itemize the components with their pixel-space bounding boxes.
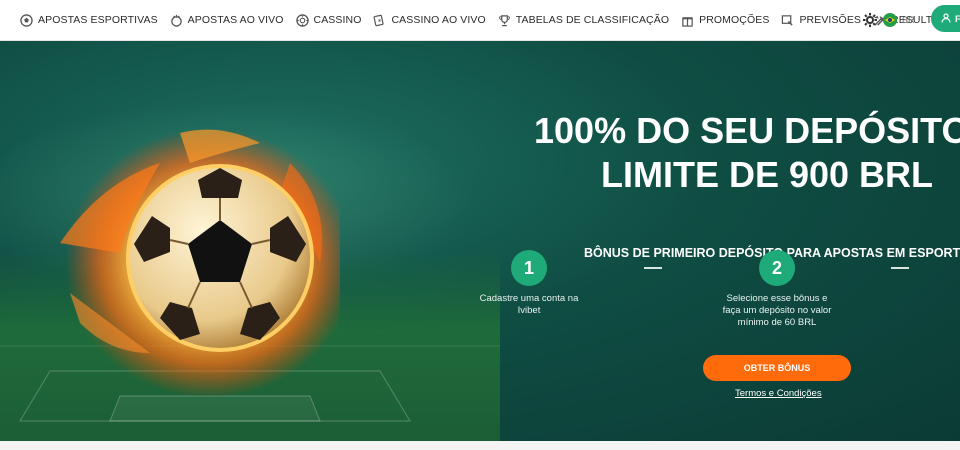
forecast-icon (781, 14, 794, 27)
nav-item-label: Tabelas de classificação (515, 14, 670, 26)
nav-item-live-betting[interactable]: Apostas ao vivo (164, 0, 290, 40)
login-button-label: FA (955, 13, 960, 24)
nav-item-label: Promoções (699, 14, 770, 26)
step-divider (644, 267, 662, 269)
promo-banner: 100% DO SEU DEPÓSITO, ( LIMITE DE 900 BR… (0, 41, 960, 441)
trophy-icon (498, 14, 511, 27)
casino-chip-icon (295, 13, 309, 27)
headline-line-2: LIMITE DE 900 BRL (600, 154, 934, 195)
promo-headline: 100% DO SEU DEPÓSITO, ( LIMITE DE 900 BR… (480, 109, 960, 197)
step-2-text: Selecione esse bônus e faça um depósito … (722, 293, 832, 328)
language-code[interactable]: BR (902, 15, 915, 25)
brazil-flag-icon[interactable] (883, 13, 897, 27)
step-1-number: 1 (511, 250, 547, 286)
header-tools: BR (862, 0, 915, 40)
nav-item-leaderboards[interactable]: Tabelas de classificação (492, 0, 675, 40)
nav-item-casino[interactable]: Cassino (290, 0, 368, 40)
headline-line-1: 100% DO SEU DEPÓSITO, ( (534, 110, 960, 151)
step-divider (891, 267, 909, 269)
terms-link[interactable]: Termos e Condições (735, 388, 822, 399)
nav-item-label: Cassino (313, 14, 362, 26)
gear-icon[interactable] (862, 12, 878, 28)
soccer-ball-icon (20, 13, 33, 27)
nav-item-predictions[interactable]: Previsões (775, 0, 867, 40)
flaming-soccer-ball-image (40, 123, 340, 413)
nav-item-live-casino[interactable]: Cassino ao vivo (367, 0, 491, 40)
step-2-number: 2 (759, 250, 795, 286)
gift-icon (681, 14, 694, 27)
get-bonus-button[interactable]: OBTER BÔNUS (703, 355, 851, 381)
live-casino-icon (373, 14, 386, 27)
nav-item-label: Cassino ao vivo (391, 14, 486, 26)
nav-item-label: Apostas esportivas (38, 14, 158, 26)
nav-item-sports-betting[interactable]: Apostas esportivas (0, 0, 164, 40)
user-icon (941, 12, 951, 25)
login-button[interactable]: FA (931, 5, 960, 32)
page-bottom-strip (0, 441, 960, 450)
top-navigation-bar: Apostas esportivas Apostas ao vivo Cassi… (0, 0, 960, 41)
nav-item-label: Previsões (799, 14, 862, 26)
nav-item-promotions[interactable]: Promoções (675, 0, 775, 40)
main-nav: Apostas esportivas Apostas ao vivo Cassi… (0, 0, 960, 40)
nav-item-label: Apostas ao vivo (187, 14, 284, 26)
live-ball-icon (170, 14, 183, 27)
step-1-text: Cadastre uma conta na Ivibet (479, 293, 579, 316)
soccer-ball-graphic (126, 164, 314, 352)
